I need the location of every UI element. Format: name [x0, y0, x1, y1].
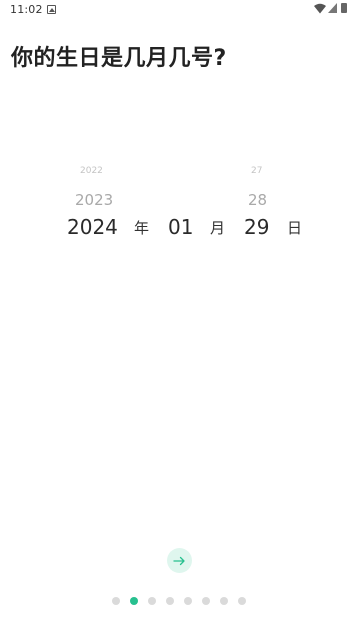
page-dot[interactable]: [184, 597, 192, 605]
status-time: 11:02: [10, 3, 43, 16]
year-option-above-1[interactable]: 2023: [75, 191, 113, 209]
next-button[interactable]: [167, 548, 192, 573]
year-option-above-2[interactable]: 2022: [80, 166, 103, 176]
page-dot[interactable]: [202, 597, 210, 605]
page-title: 你的生日是几月几号?: [11, 46, 227, 71]
arrow-right-icon: [173, 556, 185, 565]
day-unit-label: 日: [287, 219, 303, 237]
battery-icon: [341, 3, 347, 13]
day-option-above-2[interactable]: 27: [251, 166, 262, 176]
year-unit-label: 年: [134, 219, 150, 237]
month-selected[interactable]: 01: [168, 215, 193, 239]
date-picker[interactable]: 2022 2023 2024 年 01 月 27 28 29 日: [0, 160, 360, 260]
wifi-icon: [314, 3, 326, 14]
screen: 11:02 你的生日是几月几号? 2022 2023 2024 年 01 月 2…: [0, 0, 360, 640]
image-notification-icon: [47, 5, 56, 14]
year-selected[interactable]: 2024: [67, 215, 118, 239]
signal-icon: [328, 3, 337, 13]
day-selected[interactable]: 29: [244, 215, 269, 239]
page-dot-active[interactable]: [130, 597, 138, 605]
page-dot[interactable]: [220, 597, 228, 605]
page-dot[interactable]: [148, 597, 156, 605]
page-dot[interactable]: [166, 597, 174, 605]
month-unit-label: 月: [210, 219, 226, 237]
status-bar: 11:02: [0, 0, 360, 20]
page-dot[interactable]: [112, 597, 120, 605]
day-option-above-1[interactable]: 28: [248, 191, 267, 209]
page-dot[interactable]: [238, 597, 246, 605]
